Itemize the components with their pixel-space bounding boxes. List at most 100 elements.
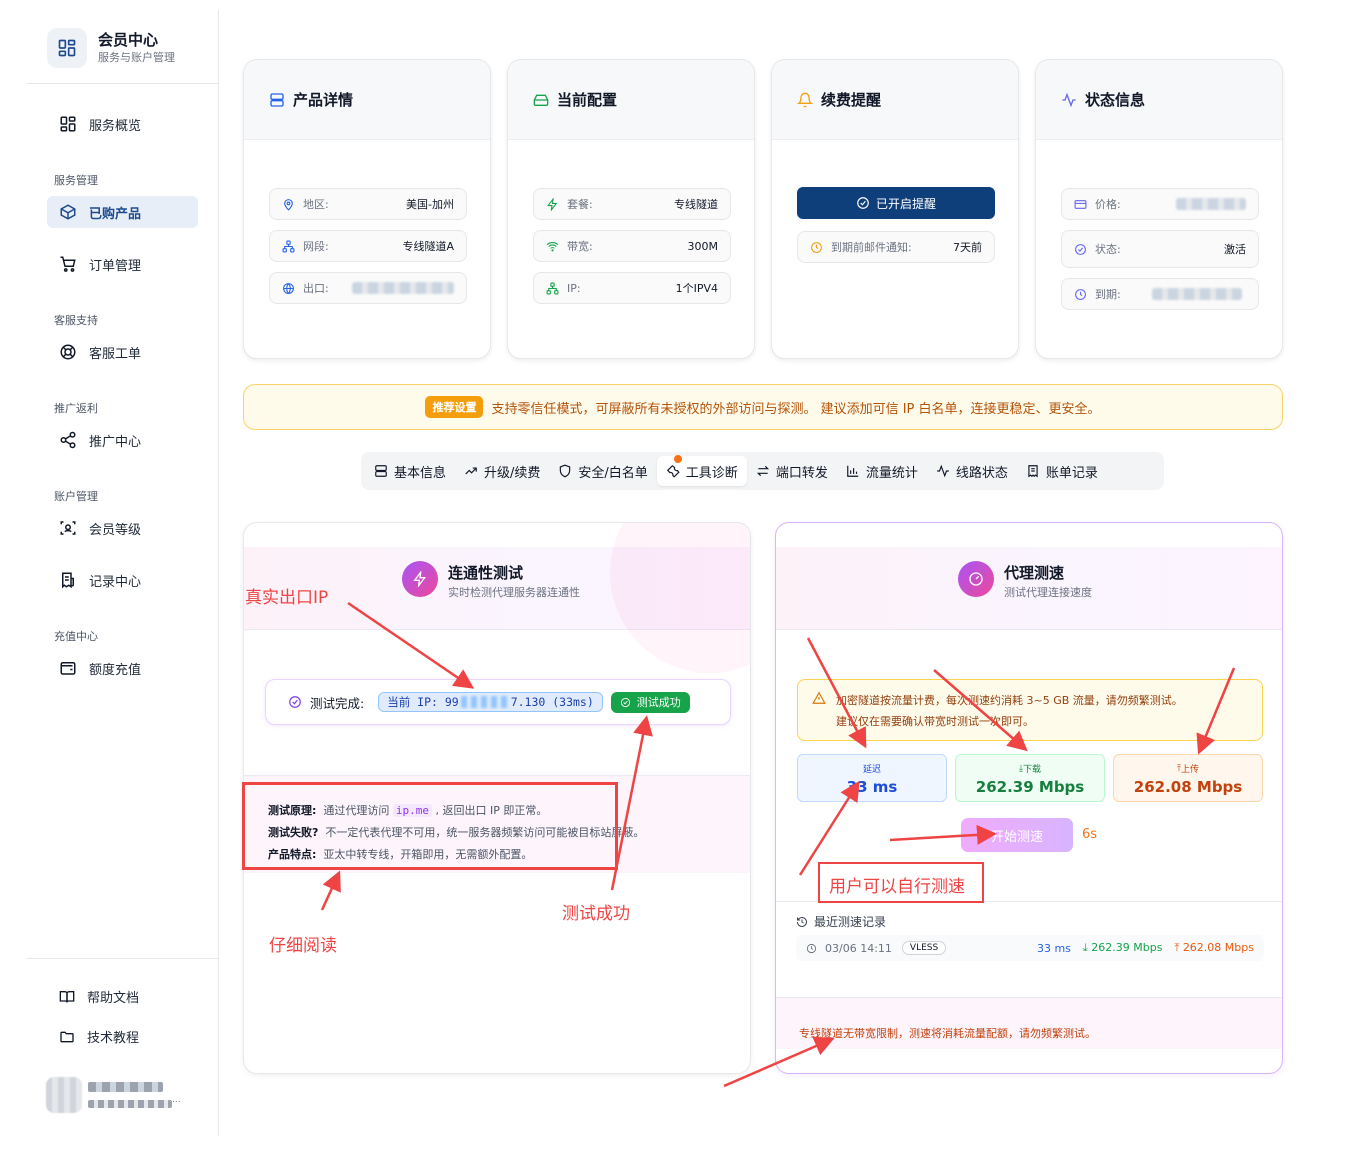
- package-icon: [60, 204, 76, 220]
- tab-security[interactable]: 安全/白名单: [549, 456, 656, 486]
- row-value: 1个IPV4: [675, 282, 718, 295]
- card-header: 续费提醒: [772, 60, 1018, 140]
- button-label: 已开启提醒: [875, 196, 936, 211]
- tutorials-link[interactable]: 技术教程: [59, 1027, 139, 1046]
- network-icon: [282, 240, 295, 252]
- annotation-read: 仔细阅读: [269, 936, 337, 956]
- sidebar-item-records[interactable]: 记录中心: [47, 564, 198, 596]
- avatar: [46, 1077, 82, 1113]
- sidebar-item-label: 记录中心: [89, 574, 142, 590]
- test-status-label: 测试完成:: [310, 695, 365, 711]
- scan-face-icon: [60, 521, 76, 535]
- ip-prefix: 当前 IP: 99: [387, 695, 459, 709]
- tab-diagnostics[interactable]: 工具诊断: [656, 456, 747, 486]
- annotation-real-ip: 真实出口IP: [245, 588, 329, 608]
- alert-triangle-icon: [812, 691, 826, 704]
- metric-value: 262.08 Mbps: [1133, 778, 1243, 796]
- tab-label: 账单记录: [1045, 465, 1098, 481]
- panel-title: 代理测速: [1004, 564, 1065, 582]
- download-metric: ⤓ 下载 262.39 Mbps: [955, 754, 1105, 802]
- annotation-box-read: [242, 782, 618, 870]
- nav-section-title: 服务管理: [54, 174, 98, 187]
- card-title: 状态信息: [1085, 91, 1146, 109]
- latency-metric: 延迟 33 ms: [797, 754, 947, 802]
- row-value: 7天前: [953, 241, 982, 254]
- tab-basic-info[interactable]: 基本信息: [365, 456, 455, 486]
- speedtest-footer-note: 专线隧道无带宽限制，测速将消耗流量配额，请勿频繁测试。: [776, 997, 1282, 1049]
- sidebar-item-label: 已购产品: [89, 206, 142, 222]
- price-redacted: [1176, 198, 1246, 210]
- clock-icon: [811, 241, 822, 253]
- row-value: 激活: [1224, 243, 1246, 256]
- wrench-icon: [666, 464, 680, 478]
- card-header: 状态信息: [1036, 60, 1282, 140]
- ip-suffix: 7.130 (33ms): [510, 695, 594, 709]
- tab-label: 线路状态: [955, 465, 1008, 481]
- decorative-circle: [610, 523, 750, 673]
- zap-icon: [402, 561, 438, 597]
- dashboard-icon: [47, 28, 87, 68]
- tab-port-forward[interactable]: 端口转发: [747, 456, 837, 486]
- info-row-expiry: 到期:: [1061, 278, 1259, 310]
- book-icon: [59, 990, 75, 1002]
- start-speedtest-button[interactable]: 开始测速: [961, 818, 1073, 852]
- protocol-badge: VLESS: [901, 941, 947, 955]
- check-circle-icon: [620, 697, 630, 707]
- trending-up-icon: [465, 467, 477, 475]
- sidebar-item-label: 客服工单: [89, 346, 142, 362]
- metric-value: 33 ms: [846, 778, 898, 796]
- shield-icon: [560, 464, 571, 478]
- sidebar-item-label: 服务概览: [89, 118, 142, 134]
- tab-traffic[interactable]: 流量统计: [837, 456, 927, 486]
- warning-line-1: 加密隧道按流量计费，每次测速约消耗 3~5 GB 流量，请勿频繁测试。: [836, 694, 1183, 707]
- page-root: 会员中心 服务与账户管理 服务概览 服务管理 已购产品 订单管理 客服支持 客服…: [0, 0, 1366, 1155]
- sidebar-item-affiliate[interactable]: 推广中心: [47, 424, 198, 456]
- row-value: 300M: [687, 239, 719, 253]
- map-pin-icon: [284, 198, 293, 211]
- sidebar-item-membership[interactable]: 会员等级: [47, 512, 198, 544]
- user-profile[interactable]: ...: [46, 1077, 181, 1113]
- share-icon: [60, 431, 76, 449]
- card-title: 当前配置: [557, 91, 618, 109]
- metric-label: 上传: [1180, 765, 1199, 775]
- panel-subtitle: 测试代理连接速度: [1004, 586, 1092, 599]
- sidebar-item-recharge[interactable]: 额度充值: [47, 652, 198, 684]
- lifebuoy-icon: [60, 344, 76, 360]
- info-row-email-notice: 到期前邮件通知: 7天前: [797, 231, 995, 263]
- row-label: 到期前邮件通知:: [831, 241, 912, 254]
- tab-billing[interactable]: 账单记录: [1017, 456, 1107, 486]
- tutorials-label: 技术教程: [87, 1031, 140, 1046]
- reminder-enabled-button[interactable]: 已开启提醒: [797, 187, 995, 219]
- help-docs-link[interactable]: 帮助文档: [59, 987, 139, 1006]
- sidebar-item-label: 会员等级: [89, 522, 142, 538]
- dashboard-icon: [60, 116, 76, 132]
- row-label: 到期:: [1095, 288, 1121, 301]
- info-row-status: 状态: 激活: [1061, 230, 1259, 268]
- bell-icon: [797, 92, 813, 107]
- arrows-swap-icon: [756, 465, 769, 477]
- history-time: 03/06 14:11: [825, 941, 892, 955]
- row-label: IP:: [567, 281, 581, 295]
- history-icon: [797, 916, 807, 927]
- sidebar: 会员中心 服务与账户管理 服务概览 服务管理 已购产品 订单管理 客服支持 客服…: [26, 10, 219, 1136]
- user-email-redacted: [88, 1100, 172, 1108]
- user-name-redacted: [88, 1082, 163, 1092]
- history-title: 最近测速记录: [796, 913, 886, 930]
- sidebar-item-orders[interactable]: 订单管理: [47, 248, 198, 280]
- card-title: 产品详情: [293, 91, 354, 109]
- history-title-label: 最近测速记录: [814, 915, 887, 929]
- tab-line-status[interactable]: 线路状态: [927, 456, 1017, 486]
- sidebar-item-tickets[interactable]: 客服工单: [47, 336, 198, 368]
- annotation-self-test: 用户可以自行测速: [829, 877, 965, 897]
- metric-value: 262.39 Mbps: [975, 778, 1085, 796]
- panel-subtitle: 实时检测代理服务器连通性: [448, 586, 580, 599]
- sidebar-item-purchased[interactable]: 已购产品: [47, 196, 198, 228]
- row-label: 地区:: [303, 198, 329, 211]
- status-info-card: 状态信息 价格: 状态: 激活 到期:: [1035, 59, 1283, 359]
- row-label: 状态:: [1095, 243, 1121, 256]
- sidebar-item-overview[interactable]: 服务概览: [47, 108, 198, 140]
- tab-bar: 基本信息 升级/续费 安全/白名单 工具诊断 端口转发 流量统计 线路状态 账单…: [361, 452, 1164, 490]
- row-value: 专线隧道: [674, 198, 718, 211]
- tab-label: 基本信息: [394, 465, 447, 481]
- tab-upgrade[interactable]: 升级/续费: [455, 456, 549, 486]
